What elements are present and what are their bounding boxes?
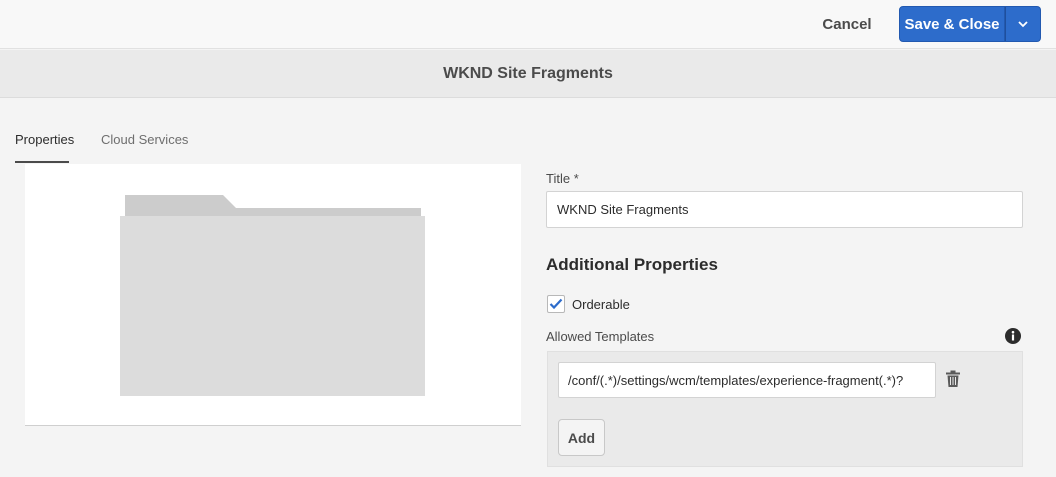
action-bar: Cancel Save & Close — [0, 0, 1056, 49]
allowed-template-field[interactable] — [558, 362, 936, 398]
tab-bar: Properties Cloud Services — [0, 99, 1056, 165]
delete-template-button[interactable] — [943, 370, 963, 390]
title-field[interactable] — [546, 191, 1023, 228]
save-options-dropdown[interactable] — [1005, 6, 1041, 42]
checkmark-icon — [549, 298, 563, 310]
additional-properties-heading: Additional Properties — [546, 255, 718, 274]
folder-icon — [120, 195, 425, 396]
orderable-checkbox[interactable] — [547, 295, 565, 313]
tab-properties[interactable]: Properties — [15, 132, 74, 163]
page-title-bar: WKND Site Fragments — [0, 50, 1056, 98]
tab-cloud-services[interactable]: Cloud Services — [101, 132, 188, 161]
orderable-label: Orderable — [572, 297, 630, 312]
info-icon[interactable] — [1005, 328, 1021, 344]
thumbnail-card — [25, 164, 521, 426]
title-label: Title * — [546, 171, 579, 186]
allowed-templates-label: Allowed Templates — [546, 329, 655, 344]
add-template-button[interactable]: Add — [558, 419, 605, 456]
trash-icon — [946, 370, 960, 387]
chevron-down-icon — [1018, 21, 1028, 28]
page-title: WKND Site Fragments — [443, 64, 613, 82]
cancel-button[interactable]: Cancel — [812, 6, 882, 42]
save-and-close-button[interactable]: Save & Close — [899, 6, 1005, 42]
